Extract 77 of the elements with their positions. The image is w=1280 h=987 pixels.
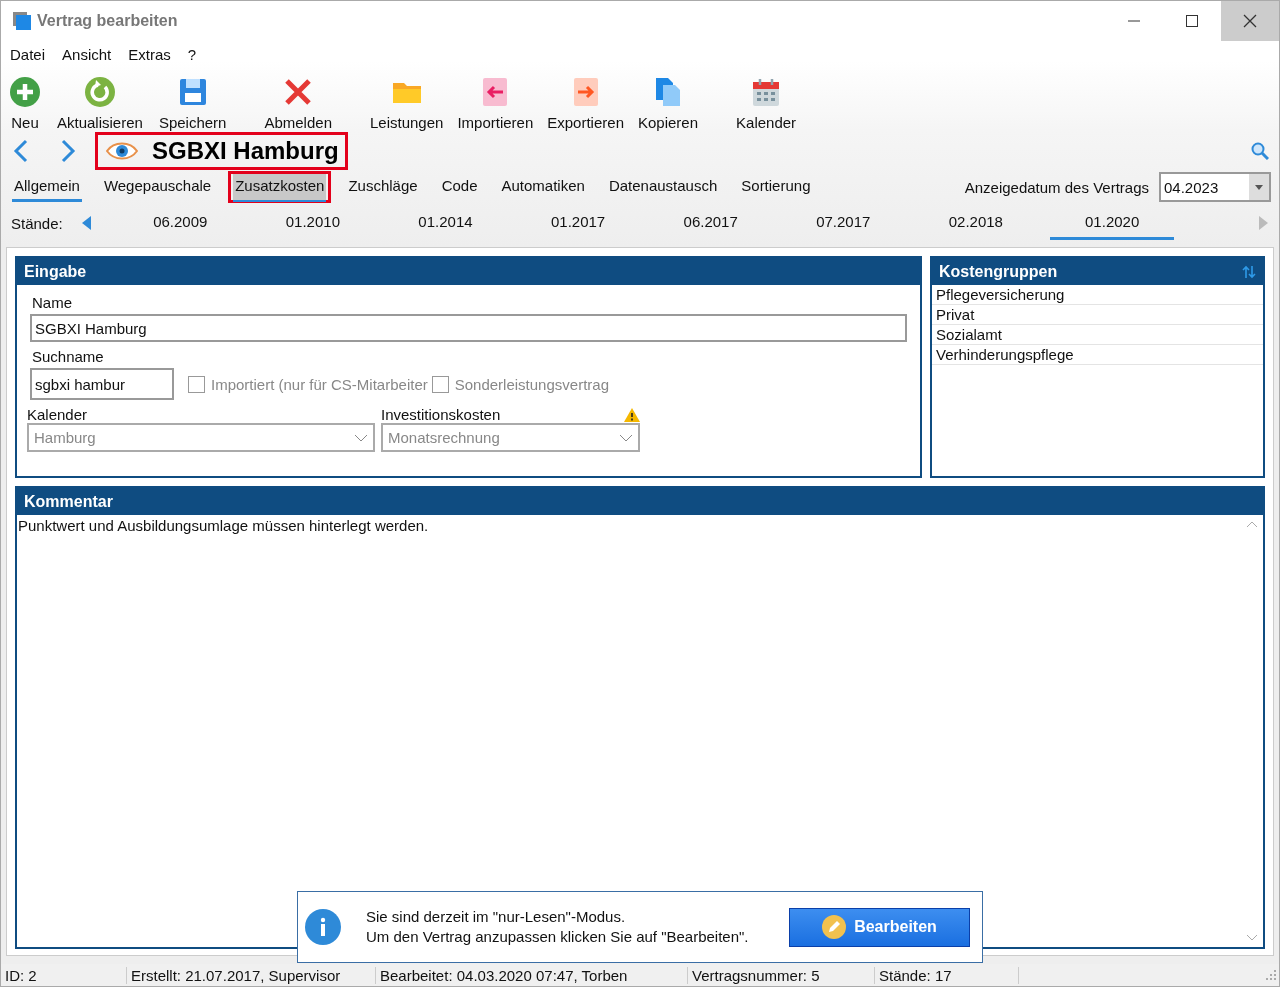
edit-button[interactable]: Bearbeiten — [789, 907, 970, 947]
search-name-field[interactable]: sgbxi hambur — [30, 368, 174, 400]
scroll-left-icon[interactable] — [81, 216, 91, 230]
version-tab[interactable]: 01.2017 — [511, 206, 645, 240]
version-tab[interactable]: 01.2014 — [379, 206, 512, 240]
list-item[interactable]: Verhinderungspflege — [932, 345, 1263, 365]
tab[interactable]: Allgemein — [7, 171, 87, 203]
refresh-icon — [83, 76, 116, 108]
tab[interactable]: Sortierung — [734, 171, 818, 203]
display-date-label: Anzeigedatum des Vertrags — [964, 178, 1149, 196]
version-tab[interactable]: 01.2010 — [246, 206, 380, 240]
close-icon — [1243, 14, 1257, 28]
scroll-down-icon[interactable] — [1246, 934, 1258, 941]
tab[interactable]: Wegepauschale — [96, 171, 219, 203]
panel-title: Kommentar — [17, 488, 1263, 515]
list-item[interactable]: Sozialamt — [932, 325, 1263, 345]
app-icon — [13, 12, 31, 30]
chevron-down-icon — [619, 433, 633, 442]
status-text: Stände: 17 — [875, 966, 1019, 984]
notice-text: Sie sind derzeit im "nur-Lesen"-Modus. — [366, 907, 627, 927]
menu-item[interactable]: Ansicht — [62, 45, 112, 63]
menu-item[interactable]: ? — [187, 45, 197, 63]
notice-text: Um den Vertrag anzupassen klicken Sie auf "Bearbeiten". — [366, 927, 750, 947]
dropdown-arrow-icon — [1255, 184, 1263, 190]
field-label: Kalender — [27, 406, 89, 423]
status-text: Erstellt: 21.07.2017, Supervisor — [127, 966, 376, 984]
status-text: Vertragsnummer: 5 — [688, 966, 875, 984]
sort-icon[interactable] — [1242, 264, 1256, 279]
list-item[interactable]: Privat — [932, 305, 1263, 325]
toolbar-button[interactable]: Importieren — [453, 76, 538, 131]
name-field[interactable]: SGBXI Hamburg — [30, 314, 907, 342]
calendar-dropdown[interactable]: Hamburg — [27, 423, 375, 452]
status-text: Bearbeitet: 04.03.2020 07:47, Torben — [376, 966, 688, 984]
tab[interactable]: Code — [434, 171, 485, 203]
tab[interactable]: Zusatzkosten — [228, 171, 332, 203]
toolbar-button[interactable]: Leistungen — [366, 76, 448, 131]
toolbar-button[interactable]: Kalender — [732, 76, 801, 131]
toolbar-button[interactable]: Kopieren — [634, 76, 703, 131]
version-tab[interactable]: 01.2020 — [1050, 206, 1175, 240]
display-date-dropdown[interactable]: 04.2023 — [1159, 172, 1271, 202]
eye-icon — [106, 140, 138, 162]
investment-dropdown[interactable]: Monatsrechnung — [381, 423, 640, 452]
field-label: Suchname — [32, 348, 105, 365]
status-text: ID: 2 — [1, 966, 127, 984]
maximize-icon — [1185, 14, 1199, 28]
add-icon — [9, 76, 41, 108]
info-icon — [304, 908, 342, 946]
list-item[interactable]: Pflegeversicherung — [932, 285, 1263, 305]
window-title: Vertrag bearbeiten — [37, 12, 179, 30]
resize-grip-icon[interactable] — [1266, 970, 1276, 980]
scroll-right-icon[interactable] — [1259, 216, 1269, 230]
tab[interactable]: Zuschläge — [341, 171, 425, 203]
record-title: SGBXI Hamburg — [152, 137, 339, 165]
toolbar-button[interactable]: Exportieren — [543, 76, 628, 131]
scroll-up-icon[interactable] — [1246, 521, 1258, 528]
field-label: Name — [32, 294, 73, 311]
toolbar-button[interactable]: Neu — [5, 76, 45, 131]
comment-text: Punktwert und Ausbildungsumlage müssen hinterlegt werden. — [18, 517, 429, 534]
menu-item[interactable]: Datei — [10, 45, 46, 63]
toolbar-button[interactable]: Aktualisieren — [53, 76, 147, 131]
tab[interactable]: Datenaustausch — [601, 171, 725, 203]
pencil-icon — [822, 915, 847, 939]
tab[interactable]: Automatiken — [494, 171, 592, 203]
chevron-down-icon — [354, 433, 368, 442]
toolbar-button[interactable]: Abmelden — [260, 76, 336, 131]
search-icon[interactable] — [1251, 142, 1269, 160]
menu-item[interactable]: Extras — [128, 45, 171, 63]
version-tab[interactable]: 06.2009 — [114, 206, 247, 240]
versions-label: Stände: — [11, 214, 64, 232]
close-button[interactable] — [1221, 1, 1279, 41]
panel-title: Kostengruppen — [939, 262, 1058, 281]
panel-title: Eingabe — [17, 258, 920, 285]
version-tab[interactable]: 06.2017 — [644, 206, 777, 240]
field-label: Investitionskosten — [381, 406, 501, 423]
version-tab[interactable]: 07.2017 — [776, 206, 910, 240]
version-tab[interactable]: 02.2018 — [909, 206, 1043, 240]
toolbar-button[interactable]: Speichern — [154, 76, 231, 131]
